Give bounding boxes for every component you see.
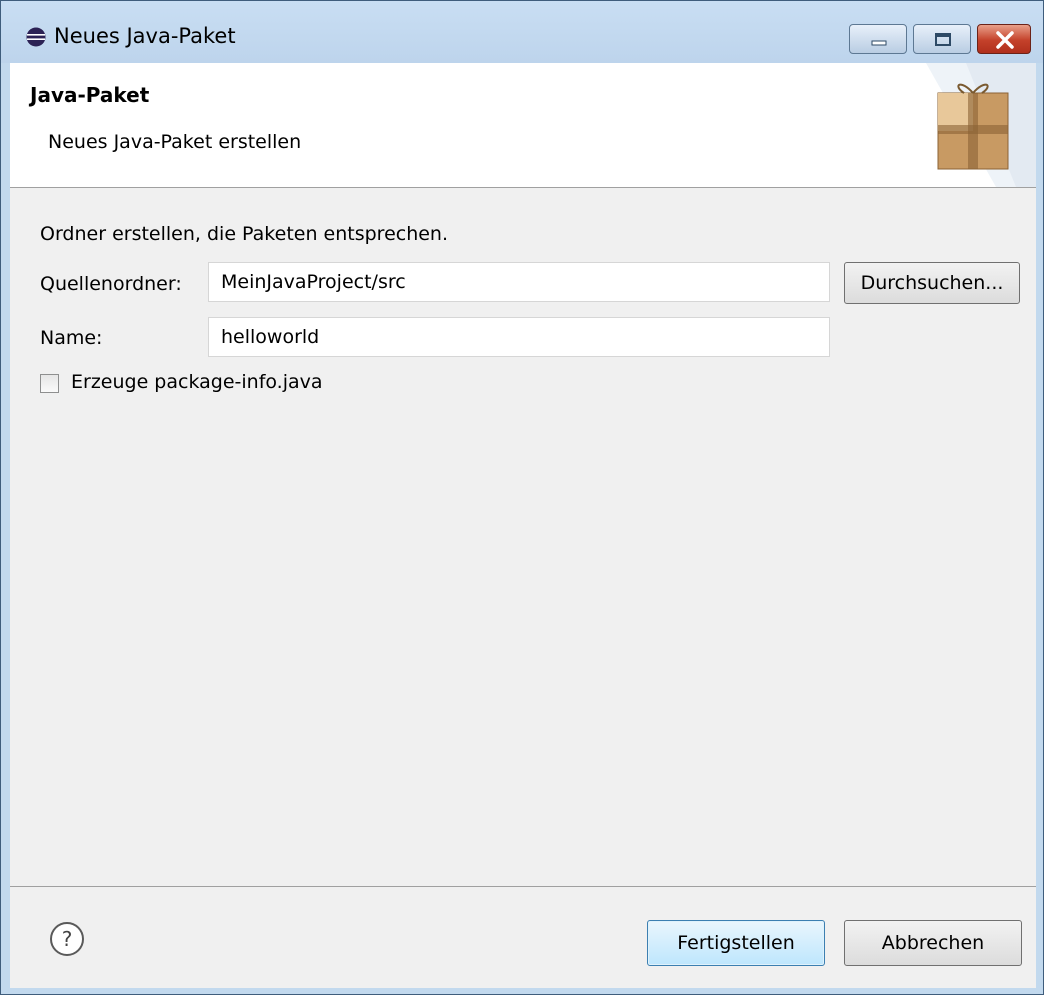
minimize-icon — [871, 40, 887, 46]
dialog-window: Neues Java-Paket Java-Paket Neues Java-P… — [0, 0, 1044, 995]
maximize-icon — [935, 33, 951, 46]
close-button[interactable] — [977, 24, 1031, 54]
finish-button[interactable]: Fertigstellen — [647, 920, 825, 966]
name-label: Name: — [40, 327, 103, 349]
header-title: Java-Paket — [30, 83, 150, 107]
package-info-checkbox-label: Erzeuge package-info.java — [71, 371, 323, 393]
dialog-content: Ordner erstellen, die Paketen entspreche… — [10, 188, 1036, 886]
minimize-button[interactable] — [849, 24, 907, 54]
title-bar[interactable]: Neues Java-Paket — [1, 1, 1043, 63]
source-folder-field[interactable] — [208, 262, 830, 302]
dialog-footer: ? Fertigstellen Abbrechen — [10, 886, 1036, 988]
info-text: Ordner erstellen, die Paketen entspreche… — [40, 223, 449, 245]
name-input[interactable] — [209, 318, 829, 356]
cancel-button[interactable]: Abbrechen — [844, 920, 1022, 966]
package-icon — [926, 63, 1036, 187]
dialog-header: Java-Paket Neues Java-Paket erstellen — [10, 63, 1036, 188]
eclipse-icon — [26, 27, 46, 47]
window-title: Neues Java-Paket — [54, 24, 236, 48]
package-info-checkbox[interactable] — [40, 374, 59, 393]
source-folder-label: Quellenordner: — [40, 273, 182, 295]
help-icon[interactable]: ? — [49, 921, 85, 957]
maximize-button[interactable] — [913, 24, 971, 54]
header-subtitle: Neues Java-Paket erstellen — [48, 131, 302, 153]
close-icon — [996, 31, 1014, 49]
svg-text:?: ? — [62, 927, 73, 951]
name-field[interactable] — [208, 317, 830, 357]
browse-button[interactable]: Durchsuchen... — [844, 262, 1020, 304]
source-folder-input[interactable] — [209, 263, 829, 301]
